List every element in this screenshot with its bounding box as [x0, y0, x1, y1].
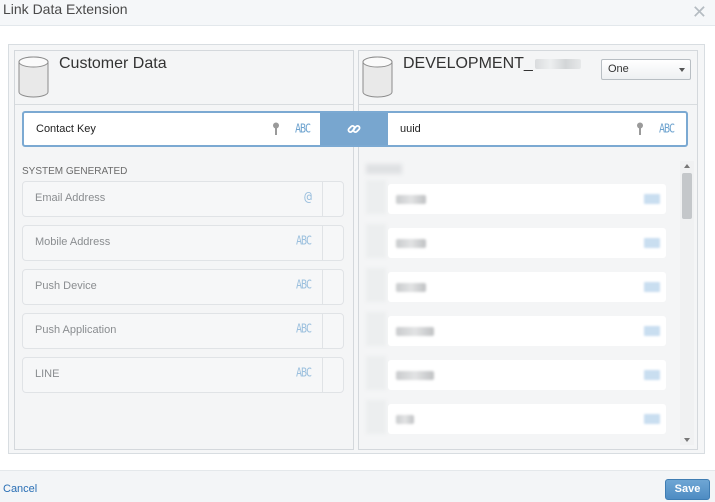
field-label: Push Application [35, 324, 117, 336]
dialog-titlebar: Link Data Extension ✕ [0, 0, 715, 26]
chevron-down-icon [679, 68, 685, 72]
relationship-select-value: One [608, 63, 629, 75]
scrollbar-thumb[interactable] [682, 173, 692, 219]
drag-handle [366, 356, 386, 390]
field-email-address[interactable]: Email Address @ [22, 181, 344, 217]
redacted-text [396, 239, 426, 248]
key-link-bar: Contact Key ABC uuid ABC [22, 111, 688, 147]
drag-handle[interactable] [322, 226, 343, 260]
text-type-icon: ABC [295, 322, 312, 337]
drag-handle [366, 400, 386, 434]
link-button[interactable] [320, 113, 388, 145]
drag-handle[interactable] [322, 182, 343, 216]
text-type-icon: ABC [295, 366, 312, 381]
list-item[interactable] [388, 228, 666, 258]
source-key-field[interactable]: Contact Key ABC [24, 113, 320, 145]
field-mobile-address[interactable]: Mobile Address ABC [22, 225, 344, 261]
type-icon [644, 238, 660, 248]
drag-handle [366, 224, 386, 258]
target-key-label: uuid [400, 123, 421, 135]
key-icon [637, 122, 643, 135]
type-icon [644, 194, 660, 204]
drag-handle [366, 180, 386, 214]
redacted-text [396, 371, 434, 380]
link-icon [347, 125, 361, 133]
field-label: Email Address [35, 192, 106, 204]
field-push-application[interactable]: Push Application ABC [22, 313, 344, 349]
cancel-link[interactable]: Cancel [3, 483, 37, 495]
scroll-down-icon[interactable] [684, 438, 690, 442]
database-icon [362, 56, 393, 98]
type-icon [644, 414, 660, 424]
customer-data-header: Customer Data [15, 51, 353, 105]
panel-title-text: DEVELOPMENT_ [403, 55, 533, 72]
scroll-up-icon[interactable] [684, 164, 690, 168]
panel-title: DEVELOPMENT_ [403, 55, 581, 73]
relationship-select[interactable]: One [601, 59, 691, 80]
drag-handle [366, 312, 386, 346]
list-item[interactable] [388, 360, 666, 390]
list-item[interactable] [388, 404, 666, 434]
redacted-section-label [366, 164, 402, 174]
text-type-icon: ABC [295, 122, 311, 137]
redacted-text [396, 283, 426, 292]
list-item[interactable] [388, 272, 666, 302]
redacted-text [396, 415, 414, 424]
target-key-field[interactable]: uuid ABC [388, 113, 688, 145]
text-type-icon: ABC [295, 234, 312, 249]
type-icon [644, 282, 660, 292]
close-icon[interactable]: ✕ [692, 3, 707, 21]
field-line[interactable]: LINE ABC [22, 357, 344, 393]
at-icon: @ [304, 190, 312, 205]
source-key-label: Contact Key [36, 123, 96, 135]
field-label: Mobile Address [35, 236, 111, 248]
field-label: Push Device [35, 280, 97, 292]
text-type-icon: ABC [659, 122, 675, 137]
drag-handle[interactable] [322, 270, 343, 304]
redacted-text [396, 327, 434, 336]
panel-title: Customer Data [59, 55, 167, 72]
redacted-text [396, 195, 426, 204]
key-icon [273, 122, 279, 135]
save-button[interactable]: Save [665, 479, 710, 500]
type-icon [644, 370, 660, 380]
link-data-extension-dialog: Link Data Extension ✕ Customer Data DEVE… [0, 0, 715, 502]
drag-handle[interactable] [322, 314, 343, 348]
type-icon [644, 326, 660, 336]
section-label: SYSTEM GENERATED [22, 166, 128, 177]
drag-handle [366, 268, 386, 302]
field-label: LINE [35, 368, 60, 380]
scrollbar[interactable] [680, 161, 694, 445]
list-item[interactable] [388, 316, 666, 346]
text-type-icon: ABC [295, 278, 312, 293]
drag-handle[interactable] [322, 358, 343, 392]
field-push-device[interactable]: Push Device ABC [22, 269, 344, 305]
dialog-title: Link Data Extension [3, 1, 128, 17]
redacted-name [534, 58, 581, 69]
list-item[interactable] [388, 184, 666, 214]
development-header: DEVELOPMENT_ One [359, 51, 697, 105]
dialog-footer: Cancel [0, 470, 715, 502]
database-icon [18, 56, 49, 98]
target-field-list [362, 158, 686, 444]
